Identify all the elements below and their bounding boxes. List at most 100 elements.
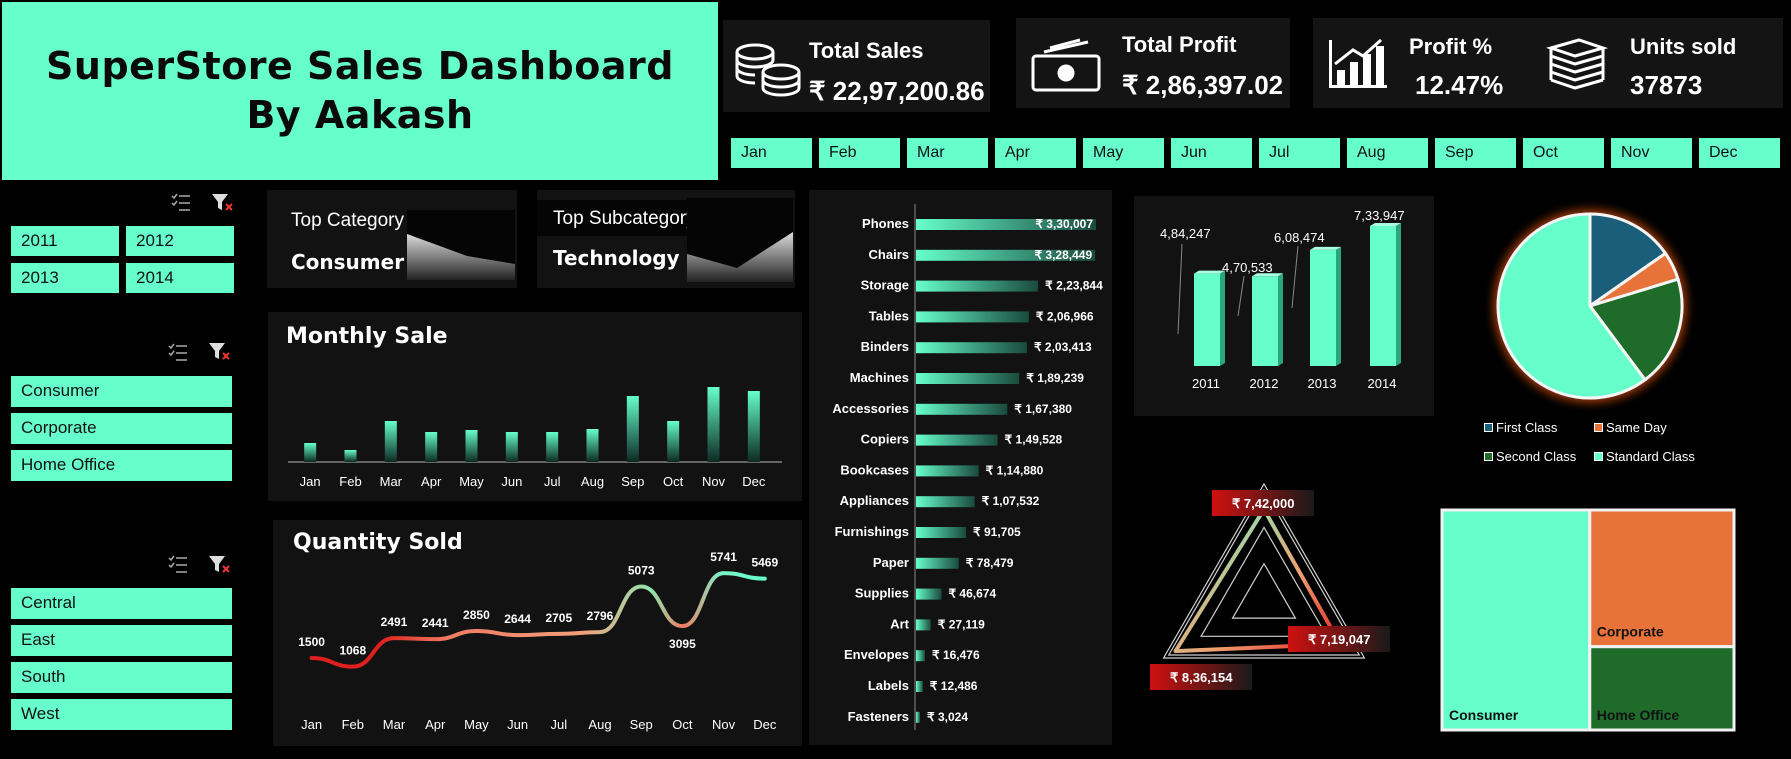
- top-category-card: Top Category Consumer: [267, 190, 517, 288]
- segment-button-consumer[interactable]: Consumer: [11, 376, 232, 407]
- subcategory-value-label: ₹ 16,476: [932, 648, 980, 662]
- month-button-may[interactable]: May: [1083, 138, 1164, 168]
- segment-button-corporate[interactable]: Corporate: [11, 413, 232, 444]
- subcategory-label: Accessories: [832, 401, 909, 416]
- yearly-bar-top: [1370, 223, 1401, 226]
- multi-select-icon[interactable]: [170, 192, 192, 214]
- subcategory-value-label: ₹ 1,07,532: [982, 494, 1040, 508]
- kpi-profit-percentage-value: 12.47%: [1415, 70, 1504, 100]
- month-button-nov[interactable]: Nov: [1611, 138, 1692, 168]
- subcategory-value-label: ₹ 2,23,844: [1045, 279, 1103, 293]
- yearly-bar-top: [1310, 246, 1341, 250]
- kpi-total-sales: Total Sales ₹ 22,97,200.86: [723, 20, 990, 112]
- region-button-west[interactable]: West: [11, 699, 232, 730]
- quantity-sold-tick-label: Jan: [301, 717, 322, 732]
- month-button-sep[interactable]: Sep: [1435, 138, 1516, 168]
- monthly-sale-panel: Monthly Sale Jan Feb Mar Apr May Jun Jul Aug Sep…: [268, 312, 802, 501]
- dashboard-title: SuperStore Sales Dashboard: [46, 43, 674, 88]
- top-subcategory-value: Technology: [553, 246, 680, 270]
- year-button-2014[interactable]: 2014: [126, 263, 234, 293]
- legend-swatch: [1484, 452, 1493, 461]
- quantity-sold-tick-label: Apr: [425, 717, 446, 732]
- legend-label: Second Class: [1496, 449, 1577, 464]
- subcategory-bar: [916, 403, 1008, 415]
- segment-button-home-office[interactable]: Home Office: [11, 450, 232, 481]
- clear-filter-icon[interactable]: [210, 192, 234, 214]
- month-button-dec[interactable]: Dec: [1699, 138, 1780, 168]
- treemap-label: Consumer: [1449, 707, 1519, 723]
- subcategory-value-label: ₹ 12,486: [930, 679, 978, 693]
- quantity-sold-data-label: 3095: [669, 637, 696, 651]
- subcategory-value-label: ₹ 27,119: [938, 617, 985, 631]
- month-button-mar[interactable]: Mar: [907, 138, 988, 168]
- subcategory-label: Appliances: [840, 493, 909, 508]
- month-button-jan[interactable]: Jan: [731, 138, 812, 168]
- monthly-sale-tick-label: Sep: [621, 474, 644, 489]
- multi-select-icon[interactable]: [167, 342, 189, 364]
- yearly-bar: [1310, 249, 1336, 366]
- subcategory-bar: [916, 557, 959, 569]
- subcategory-sales-chart: Phones ₹ 3,30,007 Chairs ₹ 3,28,449 Storage ₹…: [832, 204, 1103, 730]
- legend-label: Standard Class: [1606, 449, 1695, 464]
- monthly-sale-bar: [304, 443, 317, 462]
- year-button-2012[interactable]: 2012: [126, 226, 234, 256]
- quantity-sold-chart: 1500 Jan 1068 Feb 2491 Mar 2441 Apr 2850 May 2644 J…: [298, 550, 778, 732]
- monthly-sale-bar: [505, 432, 518, 462]
- subcategory-value-label: ₹ 3,024: [927, 710, 968, 724]
- quantity-sold-data-label: 2491: [381, 615, 408, 629]
- kpi-units-sold-label: Units sold: [1630, 34, 1737, 59]
- subcategory-value-label: ₹ 2,06,966: [1036, 309, 1094, 323]
- month-button-jul[interactable]: Jul: [1259, 138, 1340, 168]
- year-button-2013[interactable]: 2013: [11, 263, 119, 293]
- region-button-east[interactable]: East: [11, 625, 232, 656]
- subcategory-value-label: ₹ 1,49,528: [1005, 433, 1063, 447]
- monthly-sale-bar: [626, 396, 639, 462]
- subcategory-bar: [916, 373, 1020, 384]
- subcategory-label: Art: [890, 616, 909, 631]
- kpi-units-sold-value: 37873: [1630, 70, 1703, 100]
- clear-filter-icon[interactable]: [207, 341, 231, 363]
- monthly-sale-tick-label: Jun: [501, 474, 522, 489]
- year-button-2011[interactable]: 2011: [11, 226, 119, 256]
- yearly-data-label: 4,70,533: [1222, 260, 1273, 275]
- legend-swatch: [1594, 452, 1603, 461]
- kpi-total-profit-value: ₹ 2,86,397.02: [1122, 70, 1284, 100]
- clear-filter-icon[interactable]: [207, 554, 231, 576]
- leader-line: [1291, 245, 1299, 309]
- region-button-south[interactable]: South: [11, 662, 232, 693]
- subcategory-bar: [916, 681, 923, 692]
- region-button-central[interactable]: Central: [11, 588, 232, 619]
- monthly-sale-bar: [747, 391, 760, 462]
- quantity-sold-panel: Quantity Sold 1500 Jan 1068 Feb 2491 Mar 2441 A…: [273, 520, 802, 746]
- quantity-sold-tick-label: Mar: [383, 717, 406, 732]
- monthly-sale-tick-label: Jan: [300, 474, 321, 489]
- month-button-feb[interactable]: Feb: [819, 138, 900, 168]
- region-radar-chart: ₹ 7,42,000 ₹ 7,19,047 ₹ 8,36,154: [1150, 482, 1390, 690]
- kpi-profit-percentage-label: Profit %: [1409, 34, 1493, 59]
- subcategory-label: Binders: [861, 339, 909, 354]
- quantity-sold-data-label: 2850: [463, 608, 490, 622]
- yearly-bar-top: [1194, 270, 1225, 274]
- pie-legend-item: First Class: [1484, 420, 1557, 435]
- subcategory-value-label: ₹ 91,705: [973, 525, 1021, 539]
- monthly-sale-tick-label: Feb: [339, 474, 361, 489]
- pie-legend-item: Same Day: [1594, 420, 1667, 435]
- subcategory-value-label: ₹ 46,674: [948, 587, 996, 601]
- yearly-sales-panel: 2011 2012 2013 2014 4,84,247 4,70,533 6,08,474…: [1134, 196, 1434, 416]
- month-button-apr[interactable]: Apr: [995, 138, 1076, 168]
- month-button-oct[interactable]: Oct: [1523, 138, 1604, 168]
- multi-select-icon[interactable]: [167, 554, 189, 576]
- month-button-jun[interactable]: Jun: [1171, 138, 1252, 168]
- yearly-tick-label: 2012: [1250, 376, 1279, 391]
- month-button-aug[interactable]: Aug: [1347, 138, 1428, 168]
- yearly-tick-label: 2014: [1368, 376, 1397, 391]
- subcategory-label: Envelopes: [844, 647, 909, 662]
- subcategory-label: Paper: [873, 555, 909, 570]
- yearly-bar-side: [1396, 223, 1401, 366]
- quantity-sold-data-label: 5469: [751, 556, 778, 570]
- monthly-sale-tick-label: Jul: [544, 474, 561, 489]
- yearly-data-label: 6,08,474: [1274, 230, 1325, 245]
- subcategory-value-label: ₹ 1,14,880: [986, 463, 1044, 477]
- quantity-sold-line: [309, 571, 767, 669]
- subcategory-bar: [916, 711, 920, 723]
